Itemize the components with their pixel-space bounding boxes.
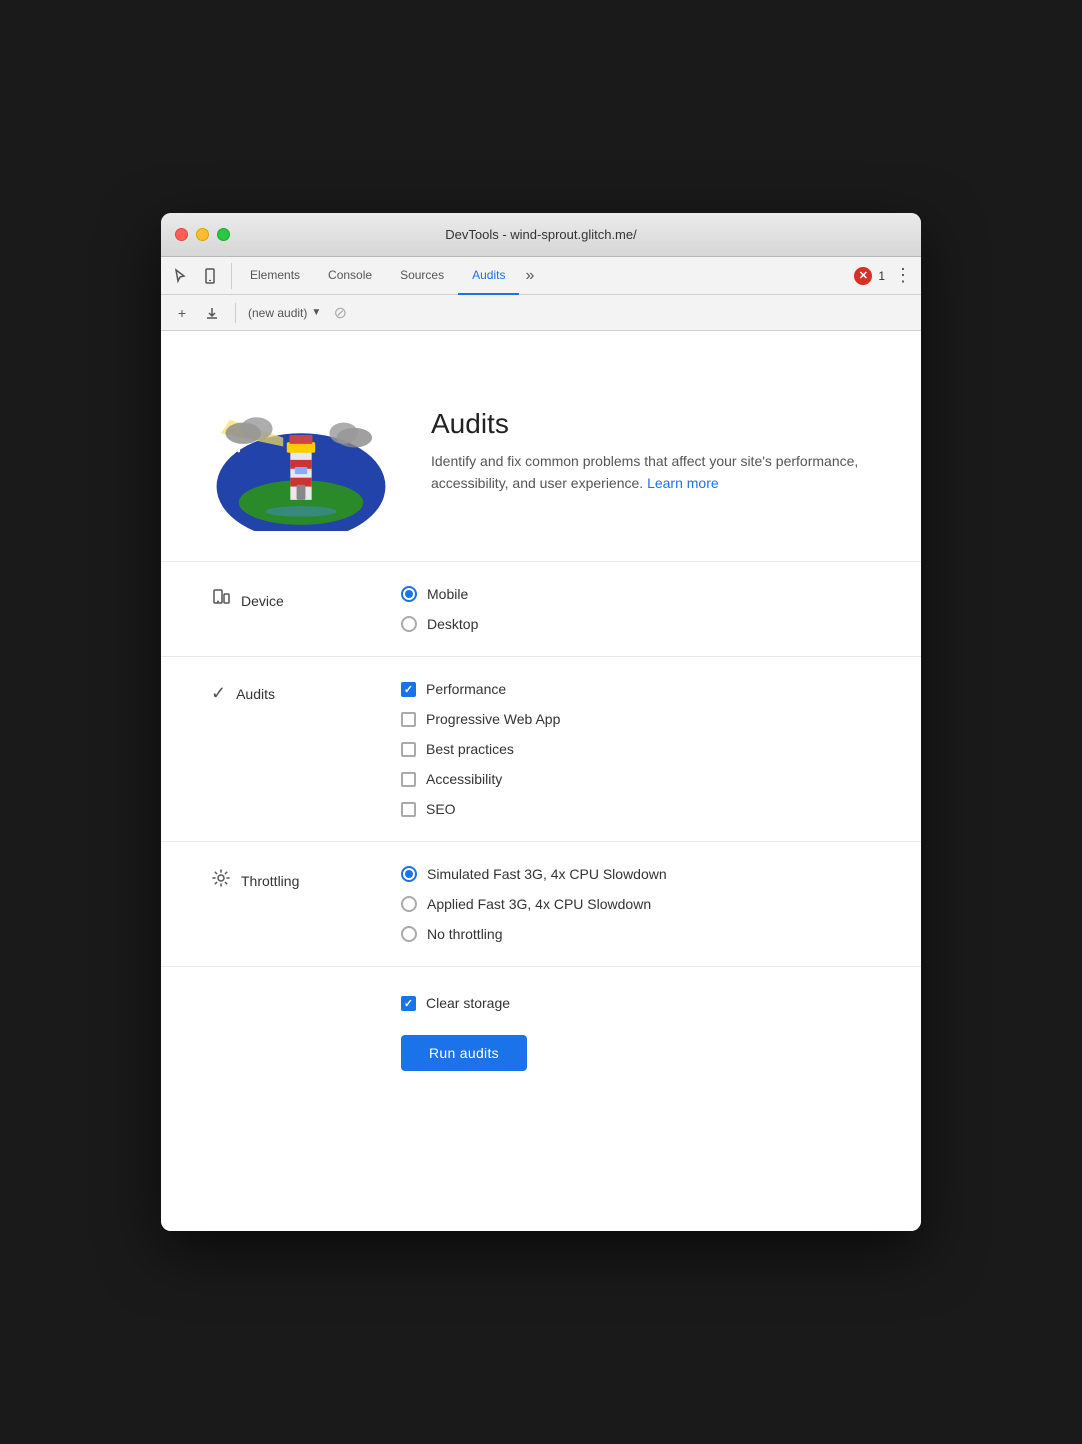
applied-fast-3g-label: Applied Fast 3G, 4x CPU Slowdown: [427, 896, 651, 912]
audits-label: ✓ Audits: [211, 681, 371, 704]
download-button[interactable]: [201, 302, 223, 324]
mobile-option[interactable]: Mobile: [401, 586, 871, 602]
no-throttling-radio[interactable]: [401, 926, 417, 942]
applied-fast-3g-option[interactable]: Applied Fast 3G, 4x CPU Slowdown: [401, 896, 871, 912]
hero-description: Identify and fix common problems that af…: [431, 450, 871, 495]
clear-storage-row: ✓ Clear storage: [401, 995, 871, 1011]
best-practices-label: Best practices: [426, 741, 514, 757]
performance-label: Performance: [426, 681, 506, 697]
block-button[interactable]: ⊘: [329, 302, 351, 324]
device-label: Device: [211, 586, 371, 613]
tab-audits[interactable]: Audits: [458, 257, 519, 295]
tab-sources[interactable]: Sources: [386, 257, 458, 295]
run-audits-button[interactable]: Run audits: [401, 1035, 527, 1071]
throttling-label: Throttling: [211, 866, 371, 893]
audits-label-text: Audits: [236, 686, 275, 702]
dropdown-arrow-icon: ▼: [311, 307, 321, 318]
no-throttling-option[interactable]: No throttling: [401, 926, 871, 942]
new-audit-button[interactable]: +: [171, 302, 193, 324]
tab-icon-group: [167, 263, 232, 289]
device-icon: [211, 588, 231, 613]
error-badge: ✕: [854, 267, 872, 285]
hero-title: Audits: [431, 408, 871, 440]
accessibility-option[interactable]: Accessibility: [401, 771, 871, 787]
gear-icon: [211, 868, 231, 893]
performance-checkbox[interactable]: ✓: [401, 682, 416, 697]
throttling-label-text: Throttling: [241, 873, 299, 889]
accessibility-checkbox[interactable]: [401, 772, 416, 787]
simulated-fast-3g-radio[interactable]: [401, 866, 417, 882]
checkmark-icon: ✓: [211, 683, 226, 704]
device-setting-row: Device Mobile Desktop: [161, 562, 921, 657]
desktop-label: Desktop: [427, 616, 478, 632]
mobile-label: Mobile: [427, 586, 468, 602]
simulated-fast-3g-option[interactable]: Simulated Fast 3G, 4x CPU Slowdown: [401, 866, 871, 882]
applied-fast-3g-radio[interactable]: [401, 896, 417, 912]
minimize-button[interactable]: [196, 228, 209, 241]
seo-checkbox[interactable]: [401, 802, 416, 817]
desktop-option[interactable]: Desktop: [401, 616, 871, 632]
seo-option[interactable]: SEO: [401, 801, 871, 817]
best-practices-checkbox[interactable]: [401, 742, 416, 757]
accessibility-label: Accessibility: [426, 771, 502, 787]
toolbar-separator: [235, 303, 236, 323]
lighthouse-illustration: [211, 371, 391, 531]
learn-more-link[interactable]: Learn more: [647, 475, 719, 491]
tab-console[interactable]: Console: [314, 257, 386, 295]
pwa-option[interactable]: Progressive Web App: [401, 711, 871, 727]
pwa-label: Progressive Web App: [426, 711, 560, 727]
device-label-text: Device: [241, 593, 284, 609]
title-bar: DevTools - wind-sprout.glitch.me/: [161, 213, 921, 257]
tabs-more-button[interactable]: »: [519, 257, 540, 295]
performance-option[interactable]: ✓ Performance: [401, 681, 871, 697]
throttling-options: Simulated Fast 3G, 4x CPU Slowdown Appli…: [401, 866, 871, 942]
audits-options: ✓ Performance Progressive Web App Best p…: [401, 681, 871, 817]
error-count: 1: [878, 269, 885, 283]
device-options: Mobile Desktop: [401, 586, 871, 632]
audits-setting-row: ✓ Audits ✓ Performance Progressive Web A…: [161, 657, 921, 842]
simulated-fast-3g-label: Simulated Fast 3G, 4x CPU Slowdown: [427, 866, 667, 882]
seo-label: SEO: [426, 801, 456, 817]
window-title: DevTools - wind-sprout.glitch.me/: [445, 227, 636, 242]
audit-select-text: (new audit): [248, 306, 307, 320]
throttling-setting-row: Throttling Simulated Fast 3G, 4x CPU Slo…: [161, 842, 921, 967]
window-controls: [175, 228, 230, 241]
cursor-icon[interactable]: [167, 263, 193, 289]
devtools-menu-button[interactable]: ⋮: [891, 264, 915, 288]
no-throttling-label: No throttling: [427, 926, 502, 942]
devtools-window: DevTools - wind-sprout.glitch.me/ Elemen…: [161, 213, 921, 1231]
audit-toolbar: + (new audit) ▼ ⊘: [161, 295, 921, 331]
best-practices-option[interactable]: Best practices: [401, 741, 871, 757]
maximize-button[interactable]: [217, 228, 230, 241]
mobile-radio[interactable]: [401, 586, 417, 602]
hero-text: Audits Identify and fix common problems …: [431, 408, 871, 495]
audit-selector[interactable]: (new audit) ▼: [248, 306, 321, 320]
bottom-section: ✓ Clear storage Run audits: [161, 967, 921, 1099]
desktop-radio[interactable]: [401, 616, 417, 632]
error-indicator: ✕ 1 ⋮: [854, 264, 915, 288]
mobile-icon[interactable]: [197, 263, 223, 289]
tab-elements[interactable]: Elements: [236, 257, 314, 295]
clear-storage-label: Clear storage: [426, 995, 510, 1011]
hero-section: Audits Identify and fix common problems …: [161, 331, 921, 562]
clear-storage-checkbox[interactable]: ✓: [401, 996, 416, 1011]
settings-section: Device Mobile Desktop ✓ Audi: [161, 562, 921, 967]
close-button[interactable]: [175, 228, 188, 241]
devtools-tabs-bar: Elements Console Sources Audits » ✕ 1 ⋮: [161, 257, 921, 295]
main-content: Audits Identify and fix common problems …: [161, 331, 921, 1231]
error-icon: ✕: [859, 269, 868, 282]
pwa-checkbox[interactable]: [401, 712, 416, 727]
